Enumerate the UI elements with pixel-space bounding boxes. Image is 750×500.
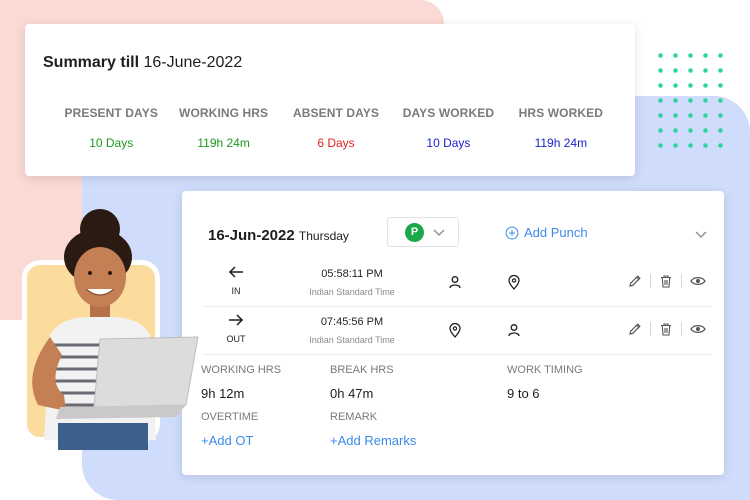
attendance-date: 16-Jun-2022 Thursday [208,227,349,244]
attendance-card: 16-Jun-2022 Thursday P Add Punch IN 05:5… [182,191,724,475]
summary-stats: PRESENT DAYS 10 Days WORKING HRS 119h 24… [55,106,617,150]
location-pin-icon[interactable] [507,275,521,290]
stat-present-days: PRESENT DAYS 10 Days [55,106,167,150]
arrow-left-icon [228,266,243,278]
punch-out-time-zone: Indian Standard Time [309,335,395,345]
user-icon[interactable] [448,275,462,289]
stat-working-hrs: WORKING HRS 119h 24m [167,106,279,150]
chevron-down-icon [433,229,445,236]
action-divider [650,274,651,288]
trash-icon[interactable] [659,322,673,336]
status-dropdown[interactable]: P [387,217,459,247]
chevron-down-icon[interactable] [694,227,708,241]
stat-label: DAYS WORKED [402,106,495,120]
arrow-right-icon [229,314,244,326]
attendance-weekday: Thursday [298,229,349,243]
stat-label: WORKING HRS [179,106,269,120]
stat-value: 10 Days [89,136,134,150]
punch-direction: IN [216,265,256,296]
eye-icon[interactable] [690,274,706,288]
work-timing-value: 9 to 6 [507,386,540,401]
add-remarks-link[interactable]: +Add Remarks [330,433,416,448]
action-divider [681,322,682,336]
stat-value: 6 Days [317,136,355,150]
punch-in-time: 05:58:11 PM Indian Standard Time [292,268,412,297]
stat-label: PRESENT DAYS [64,106,158,120]
working-hrs-label: WORKING HRS [201,364,282,376]
add-punch-label: Add Punch [524,225,588,240]
punch-in-time-zone: Indian Standard Time [309,287,395,297]
summary-title-date: 16-June-2022 [143,54,243,71]
summary-title-label: Summary till [43,54,140,71]
punch-out-time: 07:45:56 PM Indian Standard Time [292,316,412,345]
attendance-date-value: 16-Jun-2022 [208,227,295,244]
punch-in-actions [628,274,706,288]
remark-label: REMARK [330,411,378,423]
stat-label: HRS WORKED [518,106,603,120]
trash-icon[interactable] [659,274,673,288]
user-icon[interactable] [507,323,521,337]
work-timing-label: WORK TIMING [507,364,583,376]
plus-circle-icon [505,226,519,239]
punch-out-actions [628,322,706,336]
stat-value: 119h 24m [534,136,588,150]
stat-value: 10 Days [426,136,471,150]
summary-card: Summary till 16-June-2022 PRESENT DAYS 1… [25,24,635,176]
action-divider [681,274,682,288]
summary-title: Summary till 16-June-2022 [43,54,242,72]
stat-label: ABSENT DAYS [293,106,380,120]
edit-pencil-icon[interactable] [628,274,642,288]
location-pin-icon[interactable] [448,323,462,338]
person-with-laptop-illustration [32,209,199,450]
stat-absent-days: ABSENT DAYS 6 Days [280,106,392,150]
punch-direction: OUT [216,313,256,344]
eye-icon[interactable] [690,322,706,336]
break-hrs-label: BREAK HRS [330,364,394,376]
stat-hrs-worked: HRS WORKED 119h 24m [505,106,617,150]
break-hrs-value: 0h 47m [330,386,374,401]
stat-days-worked: DAYS WORKED 10 Days [392,106,504,150]
punch-in-time-value: 05:58:11 PM [321,268,383,280]
punch-out-row: OUT 07:45:56 PM Indian Standard Time [202,309,712,355]
stat-value: 119h 24m [197,136,250,150]
edit-pencil-icon[interactable] [628,322,642,336]
decorative-dot-grid [653,48,723,156]
status-badge: P [405,223,424,242]
punch-in-label: IN [231,286,241,296]
action-divider [650,322,651,336]
punch-in-row: IN 05:58:11 PM Indian Standard Time [202,261,712,307]
punch-out-label: OUT [226,334,246,344]
punch-out-time-value: 07:45:56 PM [320,316,384,328]
add-punch-button[interactable]: Add Punch [505,225,588,240]
